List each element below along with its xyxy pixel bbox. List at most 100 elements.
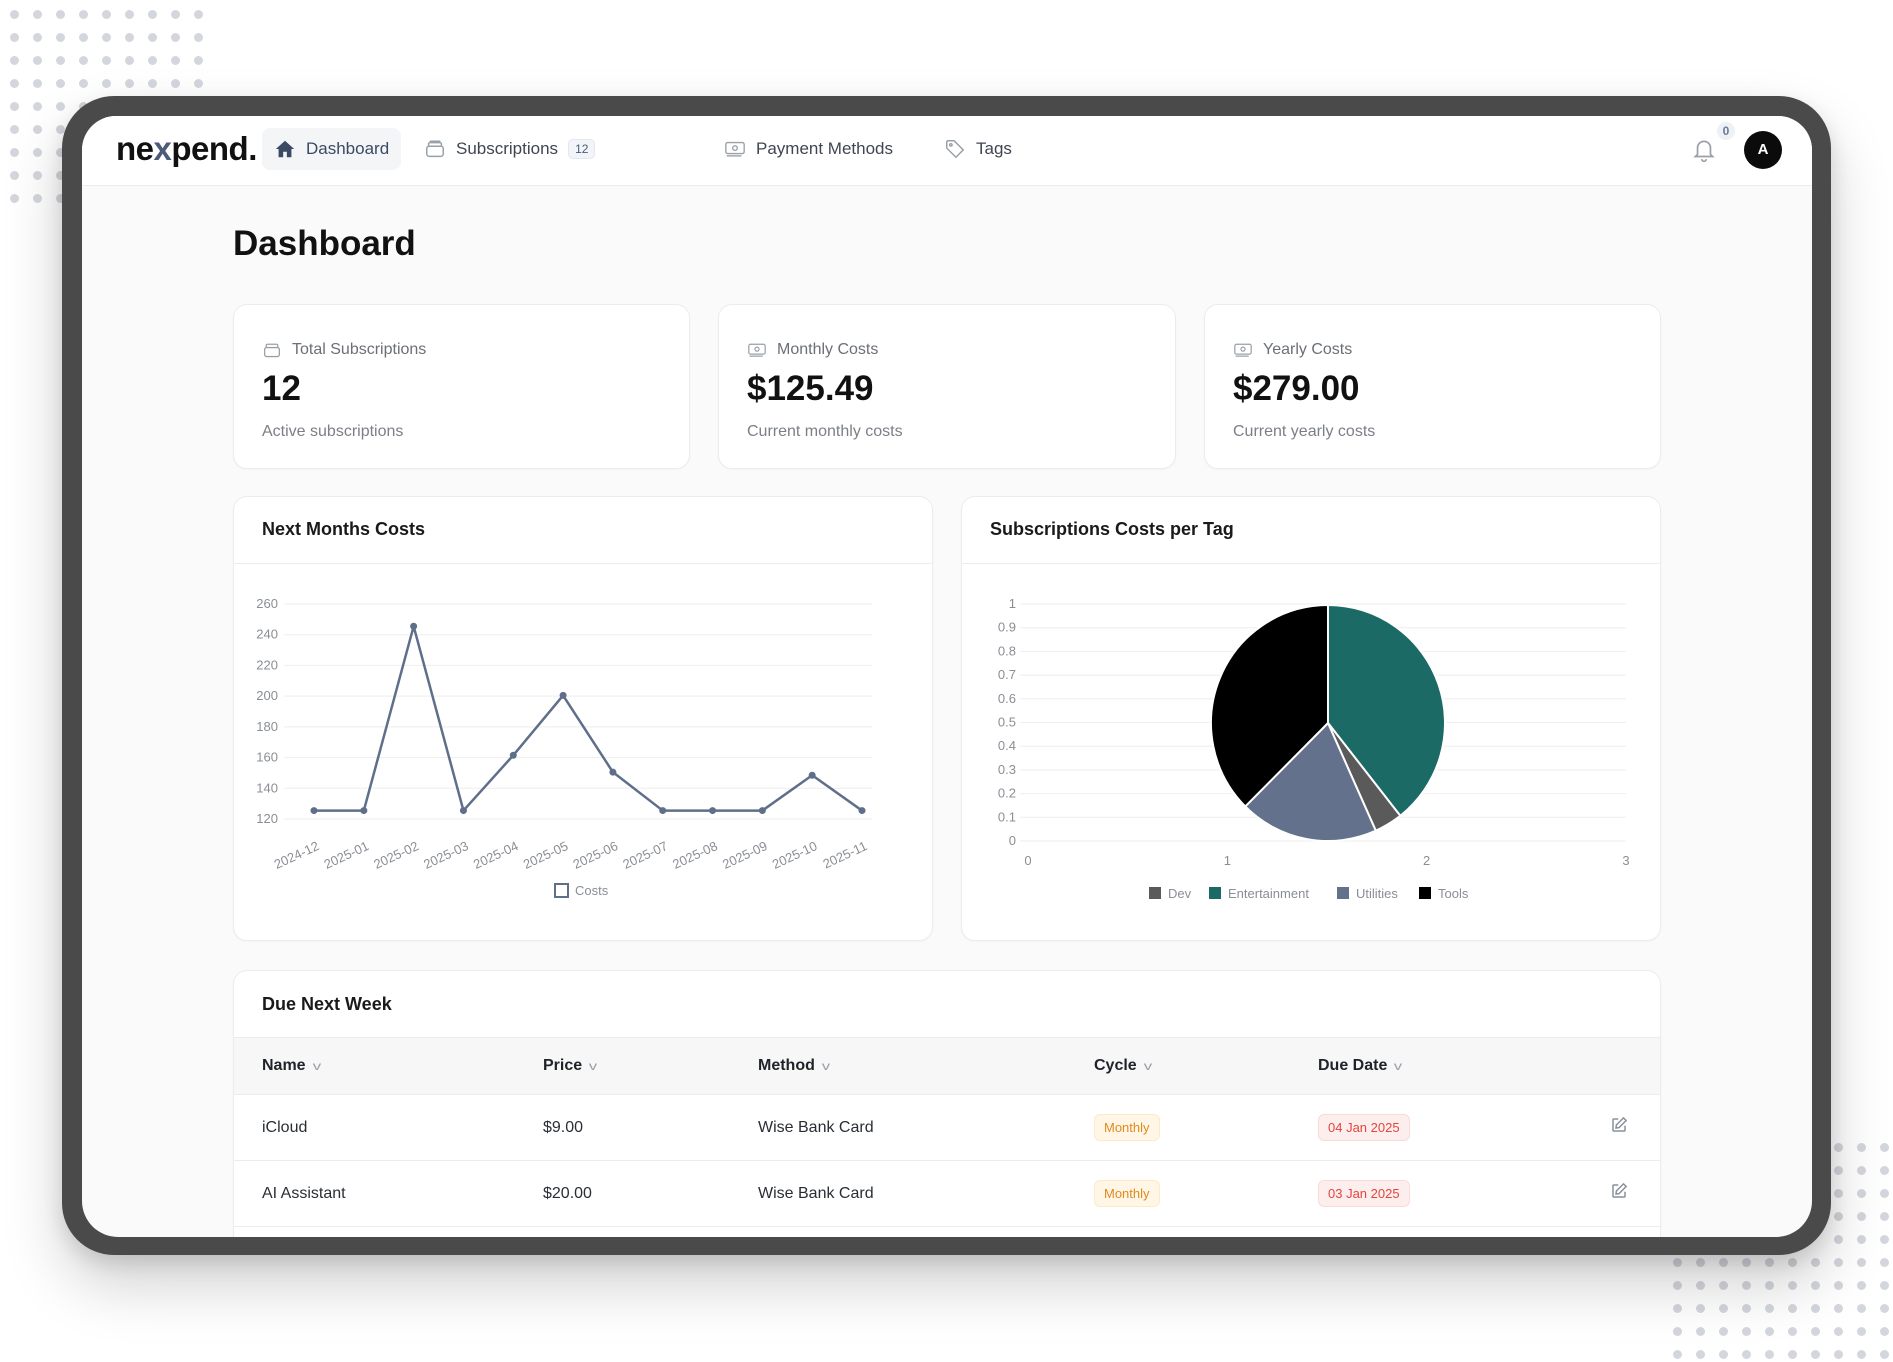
decorative-dot	[10, 102, 19, 111]
decorative-dot	[1719, 1304, 1728, 1313]
data-point	[559, 691, 567, 699]
y-tick-label: 0.6	[998, 691, 1016, 706]
nav-label: Tags	[976, 139, 1012, 158]
y-tick-label: 220	[256, 657, 278, 672]
device-frame: nexpend. Dashboard Subscriptions 12 Paym…	[62, 96, 1831, 1255]
box-icon	[426, 140, 444, 158]
nav-item-tags[interactable]: Tags	[932, 128, 1024, 170]
decorative-dot	[10, 148, 19, 157]
decorative-dot	[1811, 1304, 1820, 1313]
decorative-dot	[10, 79, 19, 88]
top-nav: nexpend. Dashboard Subscriptions 12 Paym…	[82, 116, 1812, 186]
subscriptions-count-badge: 12	[568, 139, 596, 159]
x-tick-label: 0	[1024, 853, 1031, 868]
decorative-dot	[1857, 1304, 1866, 1313]
chart-title: Next Months Costs	[262, 519, 426, 539]
stat-label: Total Subscriptions	[262, 341, 426, 359]
decorative-dot	[1834, 1212, 1843, 1221]
decorative-dot	[194, 79, 203, 88]
y-tick-label: 0.7	[998, 667, 1016, 682]
column-header-cycle[interactable]: Cycle v	[1066, 1038, 1290, 1095]
y-tick-label: 0.8	[998, 643, 1016, 658]
stat-card-yearly-costs: Yearly Costs $279.00 Current yearly cost…	[1204, 304, 1661, 469]
tag-icon	[946, 140, 965, 159]
stat-label: Yearly Costs	[1233, 341, 1352, 359]
stat-value: $279.00	[1233, 369, 1360, 408]
x-tick-label: 2025-01	[321, 838, 371, 872]
x-tick-label: 2	[1423, 853, 1430, 868]
decorative-dot	[1834, 1235, 1843, 1244]
decorative-dot	[1788, 1281, 1797, 1290]
stat-subtitle: Current yearly costs	[1233, 423, 1376, 440]
column-header-name[interactable]: Name v	[234, 1038, 515, 1095]
nav-item-payment-methods[interactable]: Payment Methods	[712, 128, 905, 170]
decorative-dot	[1880, 1143, 1889, 1152]
logo-text-suffix: pend.	[171, 130, 257, 167]
due-date-badge: 03 Jan 2025	[1318, 1180, 1410, 1207]
decorative-dot	[171, 79, 180, 88]
stat-label-text: Monthly Costs	[777, 341, 879, 358]
decorative-dot	[1880, 1189, 1889, 1198]
decorative-dot	[1857, 1166, 1866, 1175]
decorative-dot	[56, 56, 65, 65]
decorative-dot	[1788, 1350, 1797, 1359]
column-header-due-date[interactable]: Due Date v	[1290, 1038, 1570, 1095]
decorative-dot	[10, 56, 19, 65]
table-row[interactable]: AI Assistant $20.00 Wise Bank Card Month…	[234, 1160, 1660, 1227]
x-tick-label: 2025-08	[670, 838, 720, 872]
decorative-dot	[33, 148, 42, 157]
decorative-dot	[1857, 1143, 1866, 1152]
nav-item-subscriptions[interactable]: Subscriptions 12	[412, 128, 607, 170]
data-point	[509, 751, 517, 759]
edit-icon[interactable]	[1610, 1116, 1628, 1134]
y-tick-label: 0.5	[998, 715, 1016, 730]
decorative-dot	[10, 194, 19, 203]
avatar[interactable]: A	[1744, 131, 1782, 169]
y-tick-label: 180	[256, 719, 278, 734]
decorative-dot	[56, 33, 65, 42]
nav-item-dashboard[interactable]: Dashboard	[262, 128, 402, 170]
decorative-dot	[1880, 1166, 1889, 1175]
stat-subtitle: Current monthly costs	[747, 423, 903, 440]
decorative-dot	[56, 102, 65, 111]
column-label: Price	[543, 1057, 583, 1074]
bell-icon[interactable]	[1691, 136, 1717, 164]
column-header-price[interactable]: Price v	[515, 1038, 730, 1095]
cash-icon	[748, 343, 766, 357]
legend-label-entertainment: Entertainment	[1228, 886, 1309, 901]
decorative-dot	[1719, 1281, 1728, 1290]
chevron-down-icon: v	[588, 1059, 598, 1073]
y-tick-label: 0.4	[998, 738, 1016, 753]
decorative-dot	[125, 33, 134, 42]
chevron-down-icon: v	[821, 1059, 831, 1073]
chart-card-costs-per-tag: Subscriptions Costs per Tag 0 0.1 0.2 0.3 0.…	[961, 496, 1661, 941]
decorative-dot	[1880, 1258, 1889, 1267]
logo[interactable]: nexpend.	[116, 130, 257, 168]
decorative-dot	[33, 33, 42, 42]
stat-label-text: Yearly Costs	[1263, 341, 1353, 358]
legend-label-utilities: Utilities	[1356, 886, 1398, 901]
decorative-dot	[125, 56, 134, 65]
due-date-badge: 04 Jan 2025	[1318, 1114, 1410, 1141]
decorative-dot	[33, 56, 42, 65]
decorative-dot	[125, 10, 134, 19]
column-header-method[interactable]: Method v	[730, 1038, 1066, 1095]
x-tick-label: 2025-05	[521, 838, 571, 872]
decorative-dot	[1880, 1281, 1889, 1290]
decorative-dot	[1742, 1327, 1751, 1336]
decorative-dot	[79, 10, 88, 19]
table-row[interactable]: iCloud $9.00 Wise Bank Card Monthly 04 J…	[234, 1094, 1660, 1161]
decorative-dot	[1880, 1212, 1889, 1221]
data-point	[459, 807, 467, 815]
decorative-dot	[148, 33, 157, 42]
x-tick-label: 2025-07	[620, 838, 670, 872]
legend-label-tools: Tools	[1438, 886, 1469, 901]
due-next-week-card: Due Next Week Name v Price v Method v Cycle…	[233, 970, 1661, 1237]
y-tick-label: 0.3	[998, 762, 1016, 777]
card-header: Next Months Costs	[234, 497, 932, 564]
legend-swatch-utilities	[1337, 887, 1349, 899]
edit-icon[interactable]	[1610, 1182, 1628, 1200]
data-point	[410, 622, 418, 630]
stat-card-monthly-costs: Monthly Costs $125.49 Current monthly co…	[718, 304, 1176, 469]
decorative-dot	[1696, 1281, 1705, 1290]
